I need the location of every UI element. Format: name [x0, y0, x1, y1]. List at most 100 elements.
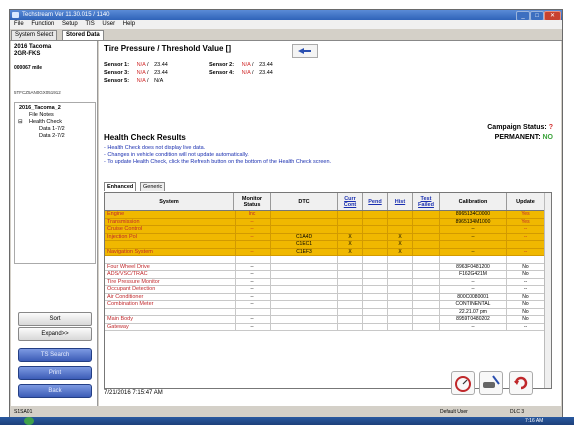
tab-generic[interactable]: Generic — [140, 182, 166, 191]
col-hist[interactable]: Hist — [388, 193, 413, 210]
tree-item-file-notes[interactable]: File Notes — [29, 112, 54, 119]
cell-test — [413, 323, 440, 330]
table-row[interactable]: Occupant Detection -- -- -- — [105, 286, 545, 294]
table-row[interactable]: ADS/VSC/TRAC -- F162G421M No — [105, 271, 545, 279]
cell-test — [413, 241, 440, 248]
table-row[interactable] — [105, 256, 545, 264]
cell-pend — [363, 256, 388, 263]
table-row[interactable]: Tire Pressure Monitor -- -- -- — [105, 278, 545, 286]
sensor-1-threshold: 23.44 — [154, 62, 168, 68]
sensor-4-row: Sensor 4: N/A / 23.44 — [209, 70, 273, 76]
sensor-3-row: Sensor 3: N/A / 23.44 — [104, 70, 168, 76]
cell-update: No — [507, 293, 545, 300]
sensor-5-value: N/A — [136, 78, 146, 84]
cell-update: -- — [507, 278, 545, 285]
col-monitor-status[interactable]: Monitor Status — [234, 193, 271, 210]
start-icon[interactable] — [24, 417, 34, 425]
table-row[interactable]: Transmission -- 8965134M1000 Yes — [105, 218, 545, 226]
dtc-gauge-icon[interactable] — [451, 371, 475, 395]
data-tree[interactable]: 2016_Tacoma_2 File Notes ⊟ Health Check … — [14, 102, 96, 264]
menu-bar: File Function Setup TIS User Help — [10, 20, 562, 29]
col-test-failed[interactable]: Test Failed — [413, 193, 440, 210]
table-row[interactable]: Navigation System -- C1EF3 X X -- -- — [105, 248, 545, 256]
cell-dtc — [271, 218, 338, 225]
tab-stored-data[interactable]: Stored Data — [62, 30, 104, 40]
cell-hist: X — [388, 233, 413, 240]
table-row[interactable]: Four Wheel Drive -- 8963F0481200 No — [105, 263, 545, 271]
cell-dtc: C1EF3 — [271, 248, 338, 255]
sensor-2-row: Sensor 2: N/A / 23.44 — [209, 62, 273, 68]
cell-curr — [338, 263, 363, 270]
table-row[interactable]: C1EC1 X X — [105, 241, 545, 249]
cell-test — [413, 233, 440, 240]
sensor-3-label: Sensor 3: — [104, 70, 130, 76]
table-row[interactable]: Air Conditioner -- 800C0080001 No — [105, 293, 545, 301]
title-bar: Techstream Ver 11.30.015 / 1140 _ □ ✕ — [10, 10, 562, 21]
cell-curr — [338, 271, 363, 278]
table-scrollbar[interactable] — [544, 193, 551, 388]
col-curr-cont[interactable]: Curr Cont — [338, 193, 363, 210]
cell-dtc — [271, 271, 338, 278]
cell-hist — [388, 293, 413, 300]
menu-setup[interactable]: Setup — [62, 21, 78, 27]
tpms-refresh-icon[interactable] — [292, 44, 318, 58]
campaign-status-mark[interactable]: ? — [549, 124, 553, 131]
cell-dtc — [271, 301, 338, 308]
cell-curr — [338, 293, 363, 300]
table-row[interactable]: Gateway -- -- -- — [105, 323, 545, 331]
menu-help[interactable]: Help — [123, 21, 135, 27]
cell-dtc — [271, 308, 338, 315]
tree-item-data-2[interactable]: Data 2-7/2 — [39, 133, 65, 140]
sensor-5-label: Sensor 5: — [104, 78, 130, 84]
table-row[interactable]: 22.21.07 pm No — [105, 308, 545, 316]
col-pend[interactable]: Pend — [363, 193, 388, 210]
cell-monitor: -- — [234, 301, 271, 308]
menu-user[interactable]: User — [102, 21, 115, 27]
cell-hist: X — [388, 248, 413, 255]
col-dtc[interactable]: DTC — [271, 193, 338, 210]
cell-curr: X — [338, 233, 363, 240]
cell-system: Transmission — [105, 218, 236, 225]
sort-button[interactable]: Sort — [18, 312, 92, 326]
table-row[interactable]: Main Body -- 8959T0480202 No — [105, 316, 545, 324]
cell-hist — [388, 263, 413, 270]
cell-system: Tire Pressure Monitor — [105, 278, 236, 285]
cell-system: Combination Meter — [105, 301, 236, 308]
cell-pend — [363, 218, 388, 225]
col-system[interactable]: System — [105, 193, 234, 210]
menu-tis[interactable]: TIS — [85, 21, 94, 27]
ts-search-button[interactable]: TS Search — [18, 348, 92, 362]
cell-test — [413, 256, 440, 263]
table-row[interactable]: Combination Meter -- CONTINENTAL No — [105, 301, 545, 309]
table-row[interactable]: Engine Inc 8965134C0000 Yes — [105, 211, 545, 219]
cell-update: No — [507, 263, 545, 270]
cell-monitor: -- — [234, 218, 271, 225]
col-update[interactable]: Update — [507, 193, 545, 210]
cell-calibration: -- — [440, 226, 507, 233]
sensor-5-row: Sensor 5: N/A / N/A — [104, 78, 164, 84]
table-row[interactable]: Injection Pol -- C1A4D X X -- -- — [105, 233, 545, 241]
table-row[interactable]: Cruise Control -- -- -- — [105, 226, 545, 234]
cell-system: Occupant Detection — [105, 286, 236, 293]
back-button[interactable]: Back — [18, 384, 92, 398]
cell-pend — [363, 293, 388, 300]
tree-item-health-check[interactable]: Health Check — [29, 119, 62, 126]
tree-item-data-1[interactable]: Data 1-7/2 — [39, 126, 65, 133]
print-button[interactable]: Print — [18, 366, 92, 380]
expand-button[interactable]: Expand>> — [18, 327, 92, 341]
tab-enhanced[interactable]: Enhanced — [104, 182, 137, 191]
refresh-icon[interactable] — [509, 371, 533, 395]
cell-monitor — [234, 308, 271, 315]
cell-system: Engine — [105, 211, 236, 218]
cell-test — [413, 218, 440, 225]
cell-curr — [338, 211, 363, 218]
menu-file[interactable]: File — [14, 21, 24, 27]
health-check-title: Health Check Results — [104, 133, 186, 142]
menu-function[interactable]: Function — [31, 21, 54, 27]
col-calibration[interactable]: Calibration — [440, 193, 507, 210]
car-wrench-icon[interactable] — [479, 371, 503, 395]
tab-system-select[interactable]: System Select — [11, 30, 58, 40]
tree-root[interactable]: 2016_Tacoma_2 — [19, 105, 61, 112]
cell-monitor: -- — [234, 271, 271, 278]
tree-expander-icon[interactable]: ⊟ — [18, 119, 23, 126]
